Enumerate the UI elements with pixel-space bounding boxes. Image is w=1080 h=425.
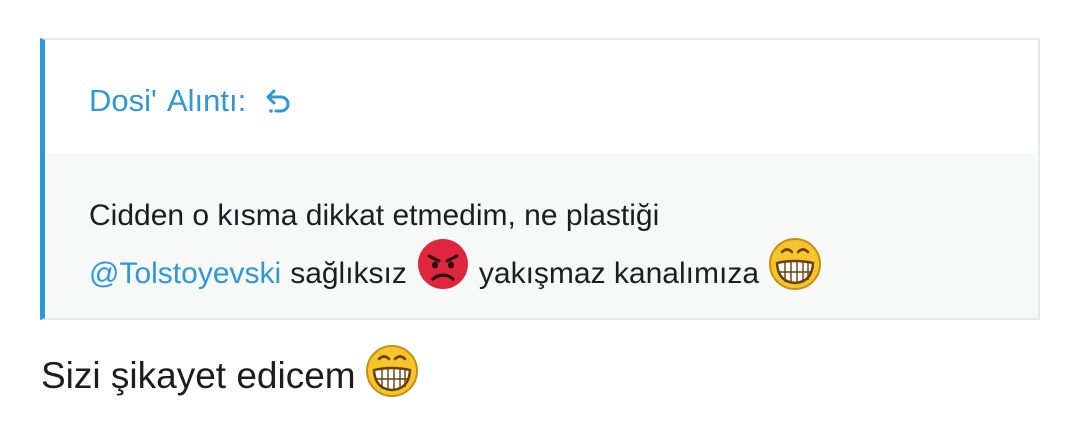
quote-line-2: @Tolstoyevski sağlıksız yakışmaz kanalım… [89,238,1038,303]
quote-word-2: yakışmaz kanalımıza [478,257,759,290]
reply-arrow-icon[interactable] [264,86,294,116]
quote-header: Dosi' Alıntı: [45,40,1038,153]
quote-text-line-1: Cidden o kısma dikkat etmedim, ne plasti… [89,199,660,232]
reply-message: Sizi şikayet edicem [41,344,419,407]
quote-header-suffix: Alıntı: [166,82,247,118]
quote-block: Dosi' Alıntı: Cidden o kısma dikkat etme… [40,38,1040,320]
mention-link[interactable]: @Tolstoyevski [89,245,281,303]
quote-line-1: Cidden o kısma dikkat etmedim, ne plasti… [89,187,1038,245]
grinning-face-icon [768,237,822,311]
angry-face-icon [416,237,470,311]
reply-text: Sizi şikayet edicem [41,354,356,396]
quote-author[interactable]: Dosi' [89,83,157,119]
post: Dosi' Alıntı: Cidden o kısma dikkat etme… [0,0,1080,425]
quote-word-1: sağlıksız [290,257,407,290]
quote-body: Cidden o kısma dikkat etmedim, ne plasti… [45,153,1038,318]
grinning-face-icon [365,344,419,407]
